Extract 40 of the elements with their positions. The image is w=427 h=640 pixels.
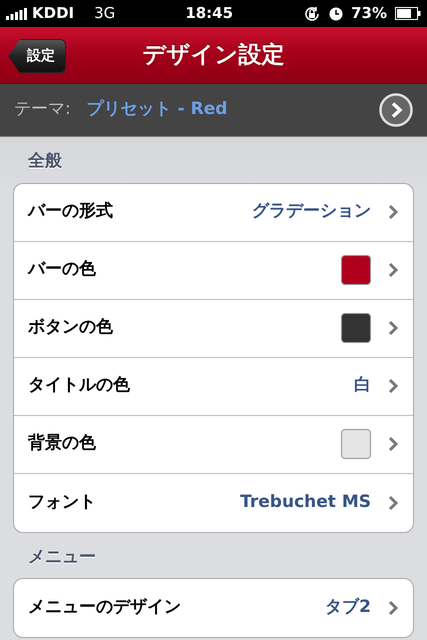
- section-header: メニュー: [27, 546, 97, 568]
- chevron-icon: [387, 378, 399, 394]
- settings-row[interactable]: ボタンの色: [14, 300, 413, 358]
- row-label: メニューのデザイン: [28, 596, 182, 620]
- theme-value: プリセット - Red: [86, 98, 228, 122]
- theme-label: テーマ:: [14, 98, 71, 122]
- battery-percent: 73%: [351, 3, 387, 24]
- signal-icon: [6, 8, 28, 20]
- chevron-icon: [387, 494, 399, 510]
- alarm-clock-icon: [329, 6, 344, 20]
- row-value: タブ2: [325, 596, 371, 620]
- row-label: 背景の色: [28, 432, 97, 456]
- rotation-lock-icon: [303, 4, 322, 22]
- row-label: フォント: [28, 490, 97, 514]
- chevron-icon: [387, 204, 399, 220]
- network-type: 3G: [94, 3, 116, 24]
- row-value: 白: [354, 374, 371, 398]
- chevron-icon: [387, 262, 399, 278]
- back-button[interactable]: 設定: [8, 39, 66, 73]
- disclosure-button-icon[interactable]: [379, 93, 413, 127]
- screen-title: デザイン設定: [142, 40, 284, 70]
- settings-row[interactable]: 背景の色: [14, 416, 413, 474]
- row-label: ボタンの色: [28, 316, 114, 340]
- row-label: バーの色: [28, 258, 97, 282]
- battery-icon: [395, 7, 421, 20]
- row-value: グラデーション: [252, 200, 371, 224]
- chevron-icon: [387, 320, 399, 336]
- section-header: 全般: [26, 150, 63, 173]
- settings-row[interactable]: バーの色: [14, 242, 413, 300]
- settings-row[interactable]: バーの形式 グラデーション: [14, 184, 413, 242]
- settings-row[interactable]: タイトルの色 白: [14, 358, 413, 416]
- chevron-icon: [387, 600, 399, 616]
- row-label: バーの形式: [28, 200, 114, 224]
- settings-row[interactable]: フォント Trebuchet MS: [14, 474, 413, 532]
- clock-time: 18:45: [184, 3, 234, 24]
- settings-row[interactable]: メニューのデザイン タブ2: [14, 579, 413, 637]
- row-label: タイトルの色: [28, 374, 131, 398]
- carrier-name: KDDI: [32, 3, 74, 24]
- chevron-icon: [387, 436, 399, 452]
- row-value: Trebuchet MS: [240, 490, 371, 514]
